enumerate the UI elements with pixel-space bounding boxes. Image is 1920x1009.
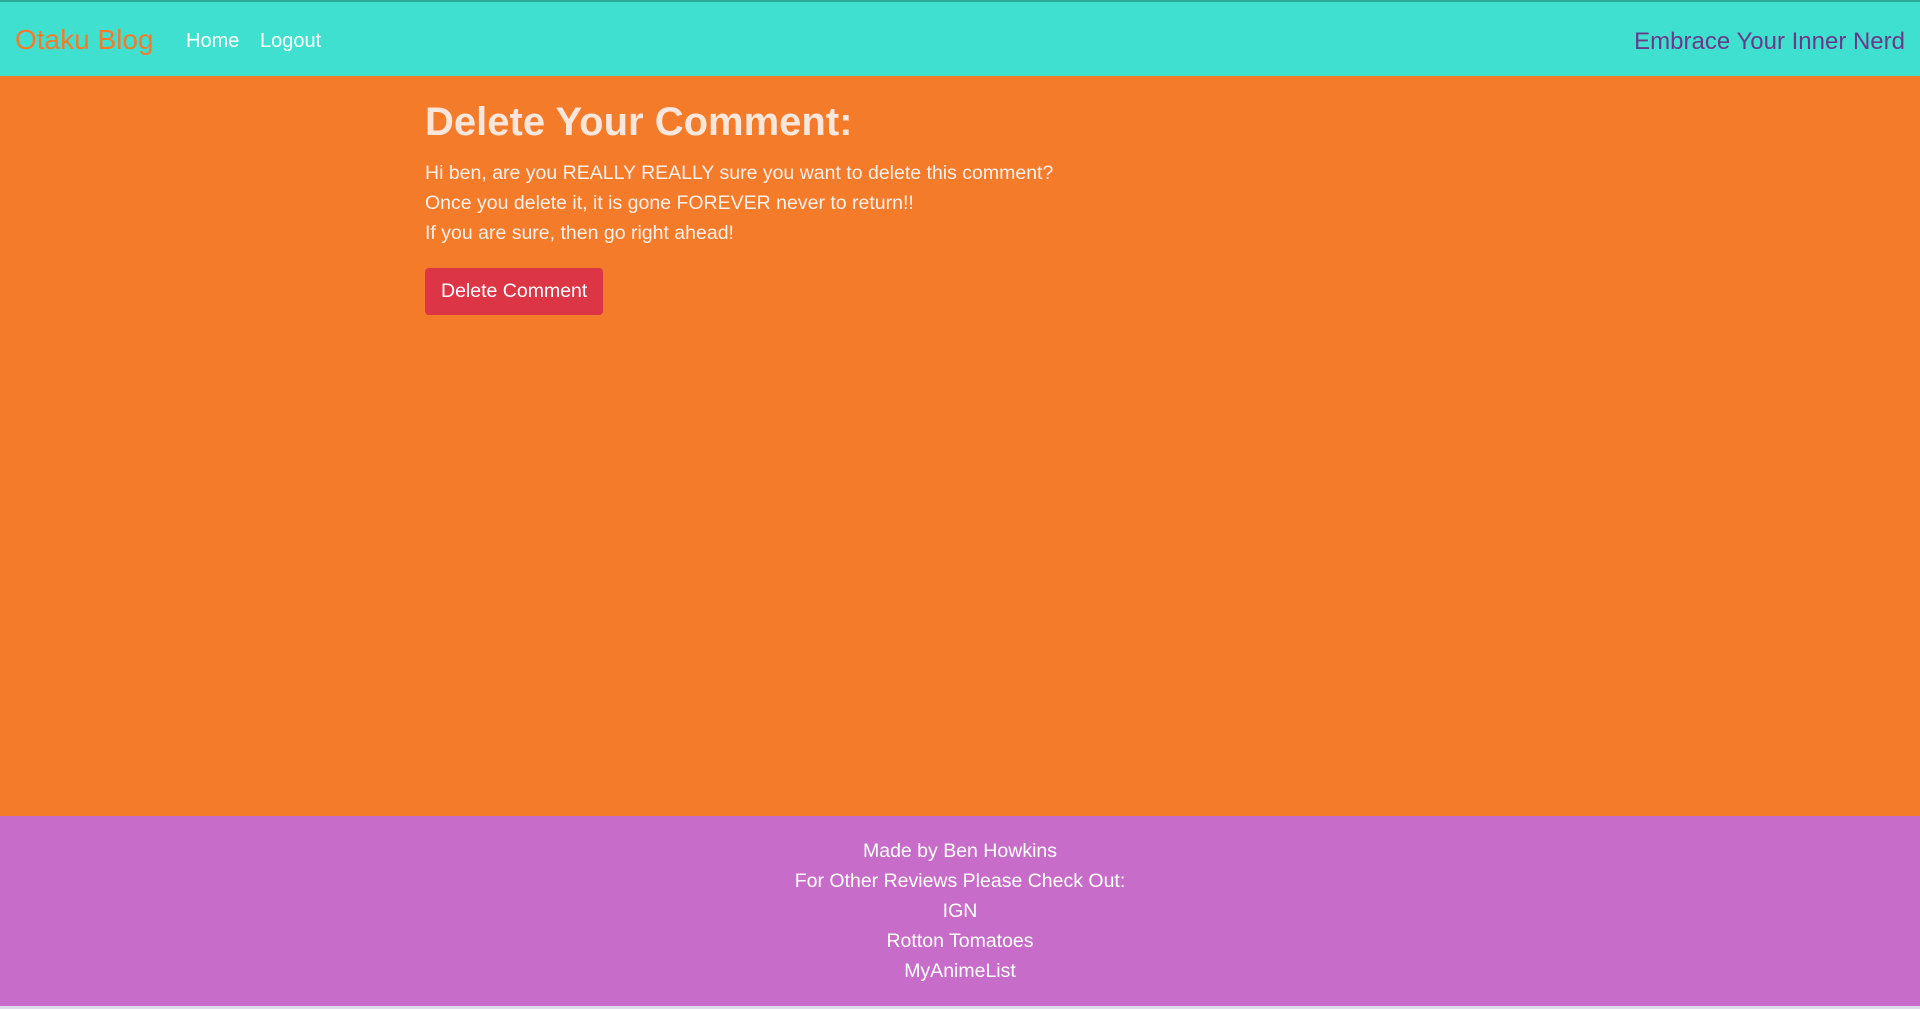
navbar: Otaku Blog Home Logout Embrace Your Inne… bbox=[0, 0, 1920, 76]
main-content: Delete Your Comment: Hi ben, are you REA… bbox=[0, 76, 1920, 816]
footer-link-myanimelist[interactable]: MyAnimeList bbox=[0, 956, 1920, 986]
nav-link-logout[interactable]: Logout bbox=[260, 28, 321, 54]
footer-link-rotton-tomatoes[interactable]: Rotton Tomatoes bbox=[0, 926, 1920, 956]
page-title: Delete Your Comment: bbox=[425, 100, 853, 144]
confirm-message-line-1: Hi ben, are you REALLY REALLY sure you w… bbox=[425, 162, 1054, 184]
brand-logo-link[interactable]: Otaku Blog bbox=[15, 22, 154, 58]
footer-content: Made by Ben Howkins For Other Reviews Pl… bbox=[0, 816, 1920, 986]
confirm-message-line-3: If you are sure, then go right ahead! bbox=[425, 222, 734, 244]
footer: Made by Ben Howkins For Other Reviews Pl… bbox=[0, 816, 1920, 1006]
footer-reviews-label: For Other Reviews Please Check Out: bbox=[794, 870, 1126, 892]
delete-comment-button[interactable]: Delete Comment bbox=[425, 268, 604, 315]
delete-comment-panel: Delete Your Comment: Hi ben, are you REA… bbox=[425, 98, 1495, 315]
footer-link-ign[interactable]: IGN bbox=[0, 896, 1920, 926]
confirm-message-line-2: Once you delete it, it is gone FOREVER n… bbox=[425, 192, 914, 214]
nav-link-home[interactable]: Home bbox=[186, 28, 239, 54]
navbar-tagline: Embrace Your Inner Nerd bbox=[1634, 28, 1905, 55]
footer-credit: Made by Ben Howkins bbox=[862, 840, 1057, 862]
